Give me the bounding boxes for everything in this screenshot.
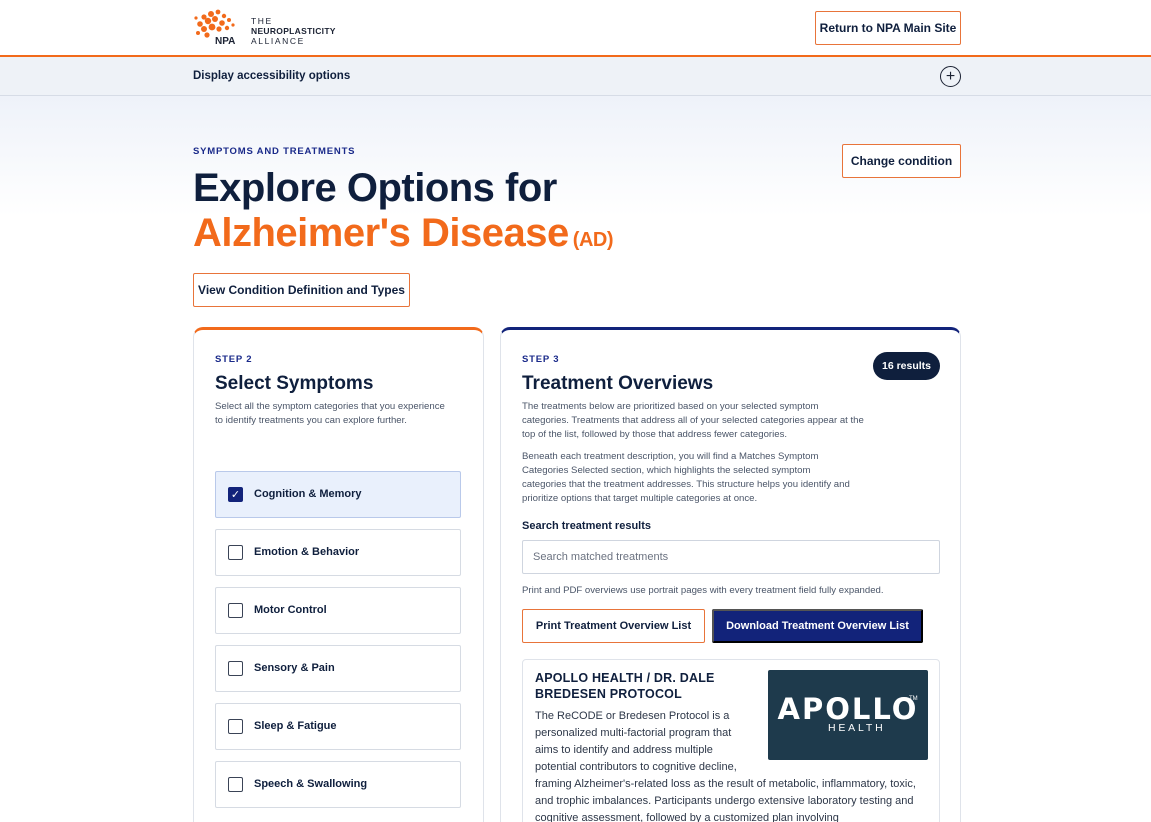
panel-title: Treatment Overviews bbox=[522, 373, 714, 394]
symptom-label: Motor Control bbox=[254, 604, 327, 616]
apollo-logo-sub: HEALTH bbox=[828, 722, 886, 734]
checkbox-icon[interactable] bbox=[228, 661, 243, 676]
checkbox-checked-icon[interactable]: ✓ bbox=[228, 487, 243, 502]
symptom-option-sensory-pain[interactable]: Sensory & Pain bbox=[215, 645, 461, 692]
return-main-site-button[interactable]: Return to NPA Main Site bbox=[815, 11, 961, 45]
top-header: NPA THE NEUROPLASTICITY ALLIANCE Return … bbox=[0, 0, 1151, 57]
checkbox-icon[interactable] bbox=[228, 603, 243, 618]
search-label: Search treatment results bbox=[522, 520, 651, 532]
svg-text:NPA: NPA bbox=[215, 36, 235, 46]
page-eyebrow: SYMPTOMS AND TREATMENTS bbox=[193, 146, 356, 157]
condition-title: Alzheimer's Disease (AD) bbox=[193, 211, 614, 256]
symptom-option-sleep-fatigue[interactable]: Sleep & Fatigue bbox=[215, 703, 461, 750]
treatment-description-continued: framing Alzheimer's-related loss as the … bbox=[535, 778, 916, 822]
panel-title: Select Symptoms bbox=[215, 373, 374, 394]
select-symptoms-panel: STEP 2 Select Symptoms Select all the sy… bbox=[193, 327, 484, 822]
view-definition-button[interactable]: View Condition Definition and Types bbox=[193, 273, 410, 307]
apollo-health-logo: APOLLO HEALTH TM bbox=[768, 670, 928, 760]
results-count-badge: 16 results bbox=[873, 352, 940, 380]
symptom-label: Speech & Swallowing bbox=[254, 778, 368, 790]
treatment-title: APOLLO HEALTH / DR. DALE BREDESEN PROTOC… bbox=[535, 671, 715, 701]
download-overview-button[interactable]: Download Treatment Overview List bbox=[712, 609, 923, 643]
treatments-description-2: Beneath each treatment description, you … bbox=[522, 451, 850, 504]
treatment-overviews-panel: STEP 3 Treatment Overviews 16 results Th… bbox=[500, 327, 961, 822]
treatment-description: The ReCODE or Bredesen Protocol is a per… bbox=[535, 710, 737, 773]
search-treatments-input[interactable] bbox=[522, 540, 940, 574]
symptom-option-emotion-behavior[interactable]: Emotion & Behavior bbox=[215, 529, 461, 576]
treatments-description-1: The treatments below are prioritized bas… bbox=[522, 401, 864, 440]
symptom-label: Sleep & Fatigue bbox=[254, 720, 337, 732]
checkbox-icon[interactable] bbox=[228, 777, 243, 792]
symptom-option-motor-control[interactable]: Motor Control bbox=[215, 587, 461, 634]
npa-logo-icon: NPA bbox=[194, 9, 235, 46]
symptom-option-cognition-memory[interactable]: ✓ Cognition & Memory bbox=[215, 471, 461, 518]
condition-abbreviation: (AD) bbox=[572, 229, 614, 251]
symptom-label: Emotion & Behavior bbox=[254, 546, 360, 558]
plus-circle-icon[interactable]: + bbox=[940, 66, 961, 87]
accessibility-label: Display accessibility options bbox=[193, 70, 351, 82]
apollo-logo-word: APOLLO bbox=[777, 692, 919, 726]
change-condition-button[interactable]: Change condition bbox=[842, 144, 961, 178]
accessibility-bar[interactable]: Display accessibility options + bbox=[0, 57, 1151, 96]
step-label: STEP 3 bbox=[522, 354, 560, 365]
print-note: Print and PDF overviews use portrait pag… bbox=[522, 585, 884, 596]
npa-logo[interactable]: NPA THE NEUROPLASTICITY ALLIANCE bbox=[193, 8, 343, 48]
treatment-card[interactable]: APOLLO HEALTH / DR. DALE BREDESEN PROTOC… bbox=[522, 659, 940, 822]
page-title: Explore Options for bbox=[193, 166, 557, 210]
symptom-label: Sensory & Pain bbox=[254, 662, 335, 674]
print-overview-button[interactable]: Print Treatment Overview List bbox=[522, 609, 705, 643]
symptom-option-speech-swallowing[interactable]: Speech & Swallowing bbox=[215, 761, 461, 808]
checkbox-icon[interactable] bbox=[228, 545, 243, 560]
panel-description: Select all the symptom categories that y… bbox=[215, 401, 445, 426]
condition-name: Alzheimer's Disease bbox=[193, 211, 569, 255]
logo-text: THE NEUROPLASTICITY ALLIANCE bbox=[251, 16, 336, 46]
checkbox-icon[interactable] bbox=[228, 719, 243, 734]
step-label: STEP 2 bbox=[215, 354, 253, 365]
trademark-mark: TM bbox=[909, 696, 918, 702]
symptom-label: Cognition & Memory bbox=[254, 488, 362, 500]
